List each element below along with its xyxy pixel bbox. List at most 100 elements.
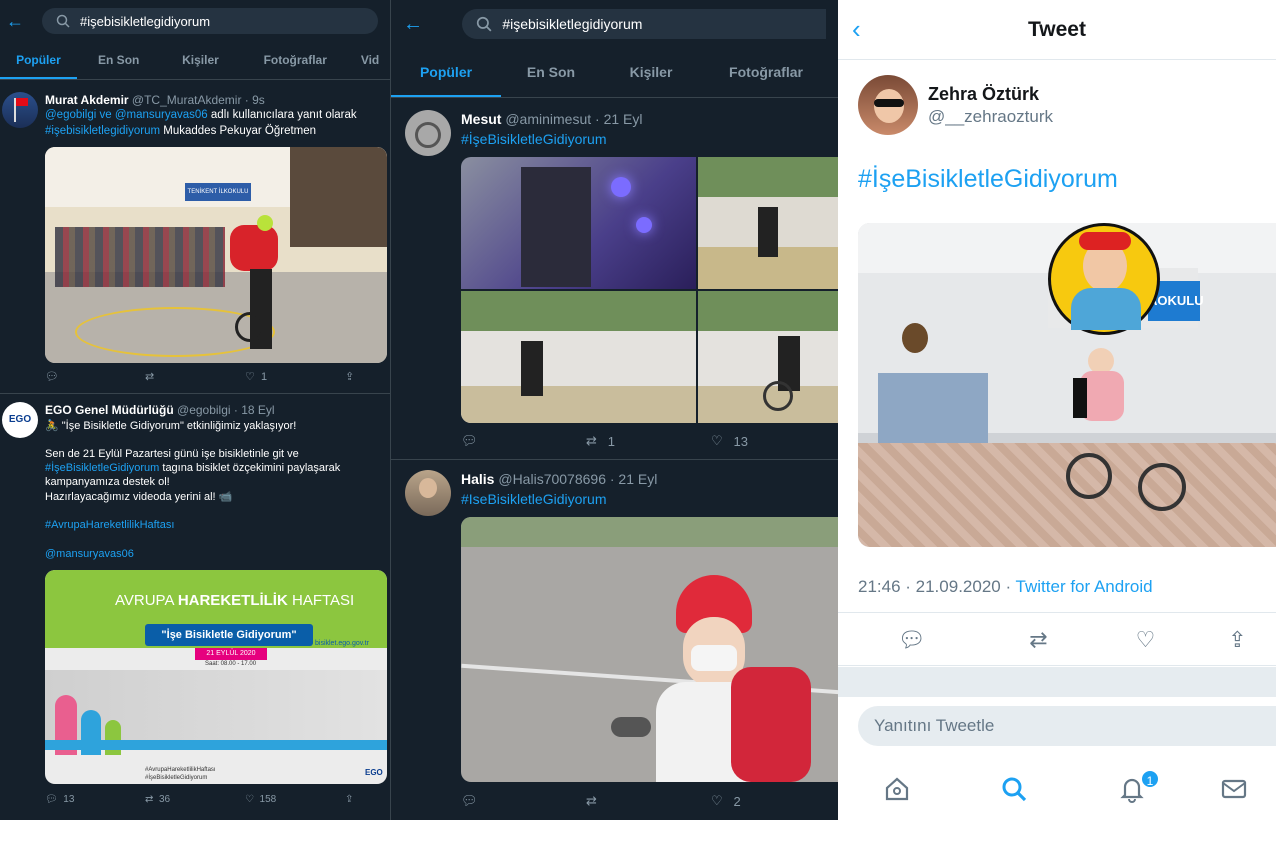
search-icon bbox=[477, 16, 492, 32]
reply-button[interactable]: 💬︎ bbox=[461, 793, 586, 809]
tab-latest[interactable]: En Son bbox=[501, 48, 601, 97]
like-button[interactable]: ♡ 1 bbox=[245, 370, 345, 384]
author-name[interactable]: Mesut bbox=[461, 111, 501, 127]
author-name[interactable]: Halis bbox=[461, 471, 494, 487]
avatar[interactable] bbox=[858, 75, 918, 135]
tweet-text: kampanyamıza destek ol! bbox=[45, 476, 170, 488]
like-count: 2 bbox=[733, 793, 741, 809]
author-name[interactable]: Zehra Öztürk bbox=[928, 84, 1039, 105]
campaign-poster[interactable]: AVRUPA HAREKETLİLİK HAFTASI "İşe Bisikle… bbox=[45, 570, 387, 784]
tweet-photo[interactable] bbox=[461, 517, 838, 782]
photo-cyclist-1[interactable] bbox=[698, 157, 838, 289]
detail-header: ‹ Tweet bbox=[838, 0, 1276, 60]
reply-icon: 💬︎ bbox=[45, 794, 58, 805]
reply-label: adlı kullanıcılara yanıt olarak bbox=[207, 109, 357, 121]
share-button[interactable]: ⇪ bbox=[345, 370, 375, 383]
photo-cyclist-2[interactable] bbox=[461, 291, 696, 423]
reply-input[interactable]: Yanıtını Tweetle bbox=[858, 706, 1276, 746]
hashtag-link[interactable]: #AvrupaHareketlilikHaftası bbox=[45, 519, 174, 531]
source-link[interactable]: Twitter for Android bbox=[1016, 577, 1153, 596]
retweet-icon: ⇄ bbox=[145, 371, 155, 383]
reply-button[interactable]: 💬︎ bbox=[45, 370, 145, 383]
mention-link[interactable]: @mansuryavas06 bbox=[45, 548, 134, 560]
home-button[interactable] bbox=[838, 775, 955, 808]
poster-title-b: HAREKETLİLİK bbox=[177, 592, 288, 609]
retweet-button[interactable]: ⇄ bbox=[586, 793, 711, 809]
tab-popular[interactable]: Popüler bbox=[391, 48, 501, 97]
retweet-count: 36 bbox=[158, 794, 171, 805]
poster-title-a: AVRUPA bbox=[115, 592, 178, 609]
like-button[interactable]: ♡ 158 bbox=[245, 794, 345, 805]
like-count: 13 bbox=[733, 433, 748, 449]
like-button[interactable]: ♡ bbox=[1092, 613, 1199, 665]
poster-date: 21 EYLÜL 2020 bbox=[195, 648, 267, 660]
school-sign: TENİKENT İLKOKULU bbox=[185, 183, 251, 201]
tweet-text: Mukaddes Pekuyar Öğretmen bbox=[160, 125, 317, 137]
photo-cyclist-3[interactable] bbox=[698, 291, 838, 423]
tweet-text: Sen de 21 Eylül Pazartesi günü işe bisik… bbox=[45, 448, 299, 460]
retweet-button[interactable]: ⇄ 1 bbox=[586, 433, 711, 449]
back-arrow-icon[interactable]: ← bbox=[6, 11, 42, 32]
tab-photos[interactable]: Fotoğraflar bbox=[240, 42, 350, 79]
like-button[interactable]: ♡ 13 bbox=[711, 433, 831, 449]
reply-count: 13 bbox=[63, 794, 75, 805]
avatar[interactable]: EGO bbox=[2, 402, 38, 438]
reply-icon: 💬︎ bbox=[45, 371, 59, 383]
author-name[interactable]: EGO Genel Müdürlüğü bbox=[45, 403, 174, 417]
share-button[interactable]: ⇪ bbox=[1199, 613, 1276, 665]
hashtag-link[interactable]: #IseBisikletleGidiyorum bbox=[461, 491, 607, 507]
reply-mentions[interactable]: @egobilgi ve @mansuryavas06 bbox=[45, 109, 208, 121]
search-button[interactable] bbox=[955, 775, 1073, 808]
search-tabs: Popüler En Son Kişiler Fotoğraflar bbox=[391, 48, 838, 98]
search-input[interactable]: #işebisikletlegidiyorum bbox=[462, 9, 826, 39]
tab-people[interactable]: Kişiler bbox=[161, 42, 241, 79]
search-pane-2: ← #işebisikletlegidiyorum Popüler En Son… bbox=[391, 0, 838, 820]
tab-latest[interactable]: En Son bbox=[77, 42, 161, 79]
tab-videos[interactable]: Vid bbox=[350, 42, 390, 79]
tweet[interactable]: EGO EGO Genel Müdürlüğü @egobilgi · 18 E… bbox=[0, 394, 390, 820]
tweet-timestamp: 21:46 · 21.09.2020 · bbox=[858, 577, 1016, 596]
tab-popular[interactable]: Popüler bbox=[0, 42, 77, 79]
tweet[interactable]: Murat Akdemir @TC_MuratAkdemir · 9s @ego… bbox=[0, 86, 390, 394]
hashtag-link[interactable]: #işebisikletlegidiyorum bbox=[45, 125, 160, 137]
messages-button[interactable] bbox=[1191, 775, 1276, 808]
like-button[interactable]: ♡ 2 bbox=[711, 793, 831, 809]
tweet-detail-pane: ‹ Tweet Zehra Öztürk @__zehraozturk #İşe… bbox=[838, 0, 1276, 850]
back-arrow-icon[interactable]: ← bbox=[403, 13, 462, 36]
retweet-button[interactable]: ⇄ 36 bbox=[145, 794, 245, 805]
avatar[interactable] bbox=[405, 110, 451, 156]
tweet-actions: 💬︎ ⇄ ♡ 2 bbox=[461, 793, 838, 809]
retweet-button[interactable]: ⇄ bbox=[985, 613, 1092, 665]
reply-button[interactable]: 💬︎ bbox=[461, 433, 586, 449]
hashtag-link[interactable]: #İşeBisikletleGidiyorum bbox=[858, 165, 1118, 194]
tweet-photo[interactable]: TENİKENT İLKOKULU bbox=[45, 147, 387, 363]
tweet[interactable]: Mesut @aminimesut · 21 Eyl #İşeBisikletl… bbox=[391, 100, 838, 460]
poster-tag-2: #İşeBisikletleGidiyorum bbox=[145, 775, 208, 781]
tweet-actions: 💬︎ ⇄ 1 ♡ 13 bbox=[461, 433, 838, 449]
poster-title-c: HAFTASI bbox=[287, 592, 355, 609]
author-name[interactable]: Murat Akdemir bbox=[45, 93, 129, 107]
notifications-button[interactable]: 1 bbox=[1073, 768, 1191, 808]
tab-photos[interactable]: Fotoğraflar bbox=[701, 48, 831, 97]
reply-icon: 💬︎ bbox=[461, 793, 478, 808]
retweet-icon: ⇄ bbox=[586, 433, 597, 448]
messages-icon bbox=[1221, 779, 1246, 798]
like-icon: ♡ bbox=[1135, 627, 1156, 652]
tab-people[interactable]: Kişiler bbox=[601, 48, 701, 97]
tweet-actions: 💬︎ ⇄ ♡ 1 ⇪ bbox=[45, 370, 375, 384]
retweet-button[interactable]: ⇄ bbox=[145, 370, 245, 383]
like-icon: ♡ bbox=[711, 793, 723, 808]
retweet-count: 1 bbox=[607, 433, 615, 449]
avatar[interactable] bbox=[405, 470, 451, 516]
hashtag-link[interactable]: #İşeBisikletleGidiyorum bbox=[45, 462, 159, 474]
reply-button[interactable]: 💬︎ 13 bbox=[45, 794, 145, 805]
avatar[interactable] bbox=[2, 92, 38, 128]
share-button[interactable]: ⇪ bbox=[345, 794, 375, 805]
tweet[interactable]: Halis @Halis70078696 · 21 Eyl #IseBisikl… bbox=[391, 460, 838, 820]
hashtag-link[interactable]: #İşeBisikletleGidiyorum bbox=[461, 131, 607, 147]
tweet-photo[interactable]: AOKULU bbox=[858, 223, 1276, 547]
search-input[interactable]: #işebisikletlegidiyorum bbox=[42, 8, 378, 34]
photo-elevator[interactable] bbox=[461, 157, 696, 289]
photo-grid[interactable] bbox=[461, 157, 838, 423]
reply-button[interactable]: 💬︎ bbox=[838, 613, 985, 665]
